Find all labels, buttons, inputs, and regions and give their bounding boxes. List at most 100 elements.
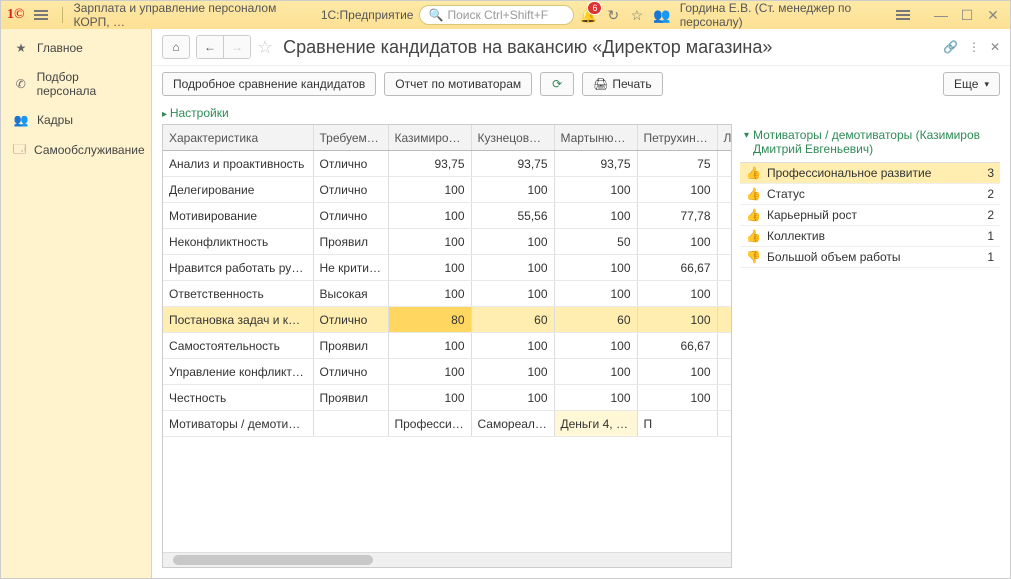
table-cell: 100 (388, 203, 471, 229)
settings-toggle[interactable]: Настройки (152, 102, 1010, 124)
close-button[interactable]: ✕ (982, 6, 1004, 24)
table-cell: 93,75 (471, 151, 554, 177)
table-cell: Делегирование (163, 177, 313, 203)
table-row[interactable]: Постановка задач и контроляОтлично806060… (163, 307, 731, 333)
col-header[interactable]: Петрухин В.… (637, 125, 717, 151)
table-cell: Анализ и проактивность (163, 151, 313, 177)
table-row[interactable]: Мотиваторы / демотиваторыПрофессиона…Сам… (163, 411, 731, 437)
table-cell: Отлично (313, 307, 388, 333)
motivator-row[interactable]: 👍Коллектив1 (740, 226, 1000, 247)
table-cell: Проявил (313, 229, 388, 255)
search-placeholder: Поиск Ctrl+Shift+F (447, 8, 548, 22)
motivators-panel: ▾ Мотиваторы / демотиваторы (Казимиров Д… (740, 124, 1000, 568)
search-icon: 🔍 (428, 8, 443, 22)
table-row[interactable]: ДелегированиеОтлично100100100100 (163, 177, 731, 203)
notifications-icon[interactable]: 🔔6 (580, 7, 596, 23)
forward-button[interactable]: → (224, 36, 250, 58)
table-cell (717, 359, 731, 385)
table-row[interactable]: МотивированиеОтлично10055,5610077,78 (163, 203, 731, 229)
table-cell: Отлично (313, 151, 388, 177)
table-cell: 100 (637, 281, 717, 307)
settings-menu-icon[interactable] (892, 6, 914, 24)
link-icon[interactable]: 🔗 (943, 40, 958, 54)
headset-icon: ✆ (13, 76, 29, 92)
favorite-icon[interactable]: ☆ (630, 7, 644, 23)
star-icon[interactable]: ☆ (257, 37, 273, 58)
table-cell: 100 (388, 385, 471, 411)
table-cell: 100 (637, 307, 717, 333)
minimize-button[interactable]: — (930, 6, 952, 24)
users-icon[interactable]: 👥 (654, 7, 670, 23)
table-row[interactable]: СамостоятельностьПроявил10010010066,67 (163, 333, 731, 359)
history-icon[interactable]: ↻ (606, 7, 620, 23)
col-header[interactable]: Казимиров Д. Е. (388, 125, 471, 151)
col-header[interactable]: Ла (717, 125, 731, 151)
sidebar-item-3[interactable]: 🗔Самообслуживание (1, 135, 151, 165)
global-search[interactable]: 🔍 Поиск Ctrl+Shift+F (419, 5, 574, 25)
table-cell: 100 (471, 177, 554, 203)
table-cell: Самореализ… (471, 411, 554, 437)
sidebar-item-0[interactable]: ★Главное (1, 33, 151, 63)
table-cell: 100 (471, 229, 554, 255)
table-cell (717, 255, 731, 281)
motivator-row[interactable]: 👍Статус2 (740, 184, 1000, 205)
table-row[interactable]: Анализ и проактивностьОтлично93,7593,759… (163, 151, 731, 177)
sidebar-item-1[interactable]: ✆Подбор персонала (1, 63, 151, 105)
back-button[interactable]: ← (197, 36, 224, 58)
motivator-label: Карьерный рост (767, 208, 981, 222)
table-cell: 100 (554, 255, 637, 281)
motivator-count: 2 (987, 208, 994, 222)
table-cell (717, 177, 731, 203)
home-button[interactable]: ⌂ (162, 35, 190, 59)
motivator-row[interactable]: 👎Большой объем работы1 (740, 247, 1000, 268)
table-cell: Управление конфликтом (163, 359, 313, 385)
motivator-report-button[interactable]: Отчет по мотиваторам (384, 72, 532, 96)
horizontal-scrollbar[interactable] (163, 552, 731, 567)
motivator-row[interactable]: 👍Профессиональное развитие3 (740, 163, 1000, 184)
table-cell: Отлично (313, 203, 388, 229)
refresh-button[interactable]: ⟳ (540, 72, 574, 96)
motivator-count: 2 (987, 187, 994, 201)
table-row[interactable]: Управление конфликтомОтлично100100100100 (163, 359, 731, 385)
print-button[interactable]: 🖨Печать (582, 72, 663, 96)
app-title: Зарплата и управление персоналом КОРП, … (73, 1, 308, 29)
col-header[interactable]: Мартынюк О. Е. (554, 125, 637, 151)
table-row[interactable]: Нравится работать руководи…Не критично,…… (163, 255, 731, 281)
table-cell: 100 (388, 333, 471, 359)
titlebar: 1© Зарплата и управление персоналом КОРП… (1, 1, 1010, 29)
comparison-table: ХарактеристикаТребуемые п…Казимиров Д. Е… (162, 124, 732, 568)
table-cell: Отлично (313, 359, 388, 385)
table-cell: 50 (554, 229, 637, 255)
col-header[interactable]: Требуемые п… (313, 125, 388, 151)
page-title: Сравнение кандидатов на вакансию «Директ… (283, 37, 937, 58)
maximize-button[interactable]: ☐ (956, 6, 978, 24)
sidebar-item-label: Самообслуживание (34, 143, 145, 157)
menu-icon[interactable] (30, 6, 52, 24)
page-close-button[interactable]: ✕ (990, 40, 1000, 54)
platform-label: 1С:Предприятие (321, 8, 414, 22)
col-header[interactable]: Характеристика (163, 125, 313, 151)
table-cell: 100 (554, 281, 637, 307)
table-row[interactable]: НеконфликтностьПроявил10010050100 (163, 229, 731, 255)
table-cell: 55,56 (471, 203, 554, 229)
table-row[interactable]: ЧестностьПроявил100100100100 (163, 385, 731, 411)
table-cell: Постановка задач и контроля (163, 307, 313, 333)
user-label[interactable]: Гордина Е.В. (Ст. менеджер по персоналу) (680, 1, 882, 29)
thumb-up-icon: 👍 (746, 187, 761, 201)
table-cell: Проявил (313, 333, 388, 359)
chevron-down-icon[interactable]: ▾ (744, 128, 749, 141)
detailed-compare-button[interactable]: Подробное сравнение кандидатов (162, 72, 376, 96)
motivator-label: Коллектив (767, 229, 981, 243)
table-cell: 100 (388, 255, 471, 281)
table-cell: 100 (554, 177, 637, 203)
table-cell: 100 (388, 281, 471, 307)
table-cell: 60 (554, 307, 637, 333)
motivator-row[interactable]: 👍Карьерный рост2 (740, 205, 1000, 226)
table-cell: Высокая (313, 281, 388, 307)
more-button[interactable]: Еще▾ (943, 72, 1000, 96)
col-header[interactable]: Кузнецова А. В. (471, 125, 554, 151)
sidebar-item-2[interactable]: 👥Кадры (1, 105, 151, 135)
kebab-icon[interactable]: ⋮ (968, 40, 980, 54)
table-row[interactable]: ОтветственностьВысокая100100100100 (163, 281, 731, 307)
thumb-up-icon: 👍 (746, 166, 761, 180)
